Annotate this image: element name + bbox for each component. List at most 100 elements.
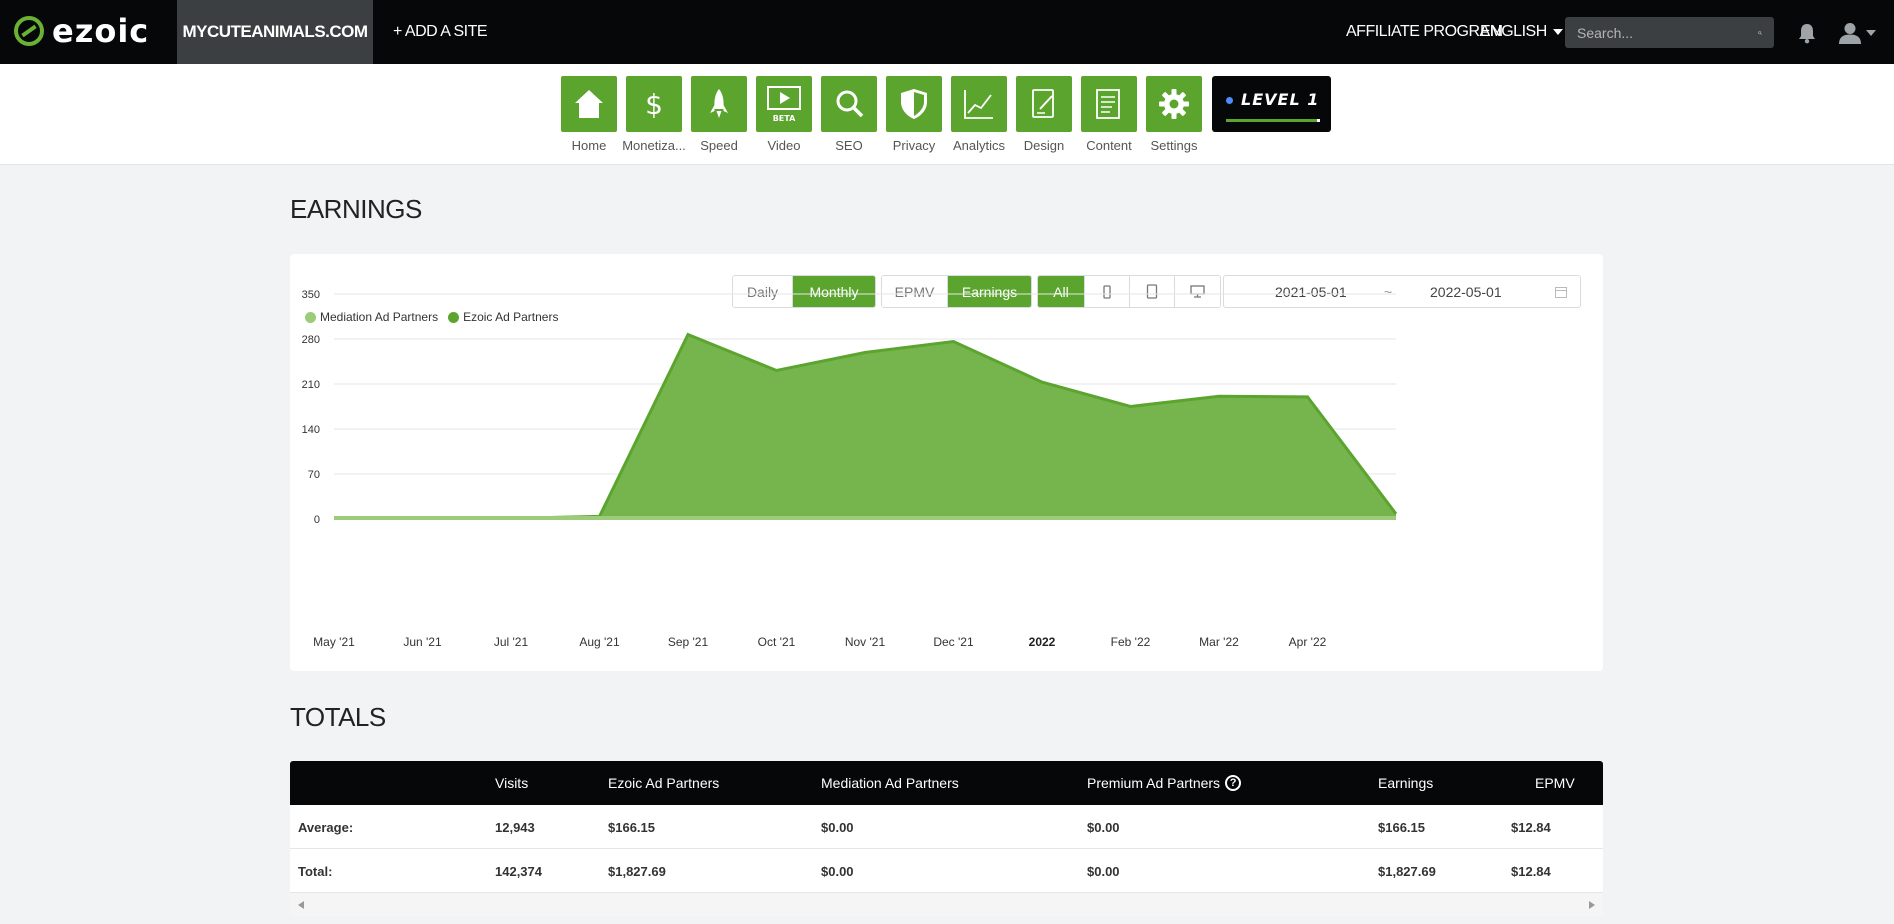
row-label: Total: [298, 863, 333, 879]
app-label: Monetiza... [622, 138, 686, 153]
app-seo[interactable]: SEO [817, 76, 881, 153]
app-tile: BETA [756, 76, 812, 132]
app-tile: $ [626, 76, 682, 132]
level-progress-bar [1226, 119, 1320, 122]
column-header: Visits [495, 775, 529, 791]
x-tick-label: Jul '21 [494, 635, 529, 649]
table-cell: $0.00 [1087, 819, 1120, 835]
app-speed[interactable]: Speed [687, 76, 751, 153]
magnifier-icon [836, 90, 864, 118]
active-site-tab[interactable]: MYCUTEANIMALS.COM [177, 0, 373, 64]
x-tick-label: Jun '21 [403, 635, 442, 649]
y-tick-label: 280 [302, 334, 320, 346]
x-tick-label: Aug '21 [579, 635, 620, 649]
chevron-down-icon [1866, 30, 1876, 36]
app-design[interactable]: Design [1012, 76, 1076, 153]
app-tile [821, 76, 877, 132]
app-video[interactable]: BETA Video [752, 76, 816, 153]
y-tick-label: 140 [302, 424, 320, 436]
document-icon [1096, 89, 1120, 119]
column-header: Ezoic Ad Partners [608, 775, 720, 791]
level-label: LEVEL 1 [1241, 90, 1320, 109]
app-content[interactable]: Content [1077, 76, 1141, 153]
app-label: Design [1023, 138, 1065, 153]
row-label: Average: [298, 819, 354, 835]
search-input[interactable] [1577, 24, 1758, 41]
add-site-link[interactable]: + ADD A SITE [393, 0, 488, 64]
app-privacy[interactable]: Privacy [882, 76, 946, 153]
beta-badge: BETA [773, 114, 796, 123]
earnings-title: EARNINGS [290, 194, 422, 224]
table-cell: $166.15 [1378, 819, 1425, 835]
help-icon[interactable]: ? [1225, 775, 1242, 791]
table-header: Visits Ezoic Ad Partners Mediation Ad Pa… [290, 761, 1603, 805]
app-label: Content [1086, 138, 1132, 153]
earnings-chart: 0 70 140 210 280 350 May '21 Jun '21 Jul '21 Aug … [302, 289, 1398, 649]
rocket-icon [710, 89, 728, 118]
x-tick-label: Sep '21 [668, 635, 709, 649]
app-label: Home [571, 138, 607, 153]
app-label: Speed [700, 138, 738, 153]
ezoic-logo-icon [14, 16, 44, 46]
app-label: SEO [835, 138, 863, 153]
user-menu[interactable] [1838, 20, 1878, 46]
table-cell: $12.84 [1511, 819, 1551, 835]
bell-icon[interactable] [1796, 22, 1818, 44]
app-analytics[interactable]: Analytics [947, 76, 1011, 153]
video-icon: BETA [767, 86, 801, 123]
app-navigation: Home $ Monetiza... Speed BETA Video SEO … [0, 64, 1894, 165]
table-cell: $12.84 [1511, 863, 1551, 879]
logo-text: ezoic [52, 12, 150, 50]
table-cell: $0.00 [821, 819, 854, 835]
app-tile [1081, 76, 1137, 132]
ezoic-logo[interactable]: ezoic [14, 12, 150, 50]
user-avatar-icon [1839, 23, 1861, 44]
column-header: Earnings [1378, 775, 1434, 791]
series-area-ezoic [334, 334, 1396, 519]
language-selector[interactable]: ENGLISH [1480, 0, 1563, 64]
x-tick-label: Feb '22 [1111, 635, 1151, 649]
x-tick-label: Oct '21 [758, 635, 796, 649]
y-tick-label: 70 [308, 469, 320, 481]
dollar-icon: $ [645, 88, 663, 121]
svg-text:$: $ [645, 88, 663, 121]
app-settings[interactable]: Settings [1142, 76, 1206, 153]
x-tick-label: Apr '22 [1289, 635, 1327, 649]
gear-icon [1159, 89, 1189, 119]
x-tick-label: May '21 [313, 635, 355, 649]
x-tick-label: Dec '21 [933, 635, 974, 649]
table-cell: 12,943 [495, 819, 535, 835]
language-label: ENGLISH [1480, 23, 1547, 40]
table-cell: $1,827.69 [1378, 863, 1436, 879]
app-label: Analytics [952, 138, 1006, 153]
app-tile [886, 76, 942, 132]
y-tick-label: 0 [314, 514, 320, 526]
y-tick-label: 350 [302, 289, 320, 301]
earnings-card: Daily Monthly EPMV Earnings All 2021-05-… [290, 254, 1603, 671]
totals-table: Visits Ezoic Ad Partners Mediation Ad Pa… [290, 761, 1603, 916]
design-icon [1032, 89, 1054, 118]
shield-icon [901, 89, 927, 119]
search-icon[interactable] [1758, 27, 1762, 39]
table-cell: $0.00 [821, 863, 854, 879]
table-row: Average: 12,943 $166.15 $0.00 $0.00 $166… [290, 805, 1603, 849]
line-chart-icon [964, 90, 993, 119]
app-tile [691, 76, 747, 132]
app-home[interactable]: Home [557, 76, 621, 153]
x-tick-label: Mar '22 [1199, 635, 1239, 649]
home-icon [575, 90, 603, 118]
column-header-premium: Premium Ad Partners ? [1087, 761, 1242, 805]
x-tick-label: 2022 [1029, 635, 1056, 649]
x-tick-label: Nov '21 [845, 635, 886, 649]
y-tick-label: 210 [302, 379, 320, 391]
app-tile [561, 76, 617, 132]
scroll-right-icon[interactable] [1589, 901, 1595, 909]
app-tile [951, 76, 1007, 132]
app-monetization[interactable]: $ Monetiza... [622, 76, 686, 153]
table-cell: $0.00 [1087, 863, 1120, 879]
scroll-left-icon[interactable] [298, 901, 304, 909]
table-cell: 142,374 [495, 863, 542, 879]
level-badge[interactable]: LEVEL 1 [1212, 76, 1331, 132]
table-cell: $166.15 [608, 819, 655, 835]
horizontal-scrollbar[interactable] [290, 893, 1603, 916]
